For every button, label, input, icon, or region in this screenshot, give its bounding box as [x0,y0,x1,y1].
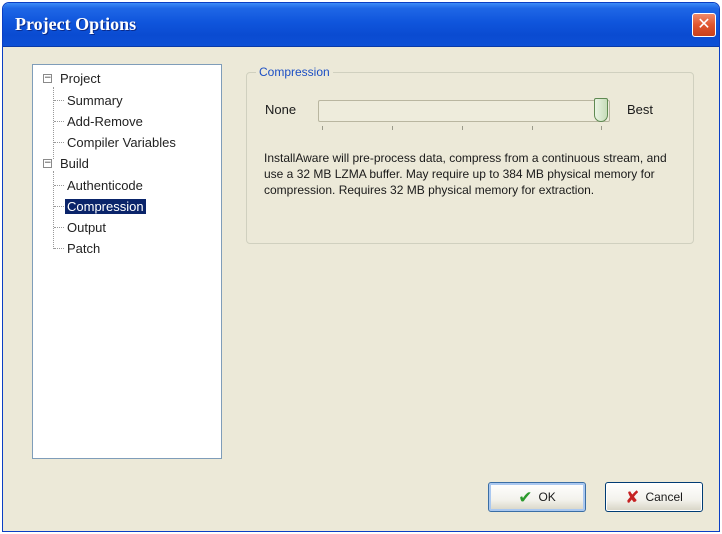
slider-min-label: None [265,102,297,117]
tree-connector [54,185,64,186]
slider-tick [462,126,463,130]
tree-item-output[interactable]: Output [65,217,108,237]
close-icon: ✕ [697,16,711,33]
options-tree[interactable]: − Project Summary Add-Remove Compiler Va… [32,64,222,459]
group-title: Compression [256,65,333,79]
x-icon: ✘ [625,487,640,507]
slider-thumb[interactable] [594,98,608,122]
tree-item-compression[interactable]: Compression [65,196,146,216]
slider-tick [532,126,533,130]
tree-item-label: Output [67,219,107,235]
tree-item-add-remove[interactable]: Add-Remove [65,111,145,131]
tree-item-label: Compression [65,198,146,214]
collapse-icon[interactable]: − [43,158,52,168]
tree-item-compiler-variables[interactable]: Compiler Variables [65,132,178,152]
checkmark-icon: ✔ [518,487,533,507]
tree-connector [54,227,64,228]
slider-tick [392,126,393,130]
tree-connector [54,121,64,122]
tree-connector [54,142,64,143]
tree-item-patch[interactable]: Patch [65,238,102,258]
title-bar[interactable]: Project Options ✕ [3,3,719,47]
tree-item-authenticode[interactable]: Authenticode [65,175,145,195]
tree-item-build[interactable]: − Build [43,153,91,173]
close-button[interactable]: ✕ [692,13,716,37]
tree-connector [53,171,54,249]
tree-item-label: Compiler Variables [67,134,176,150]
tree-item-label: Build [60,155,89,171]
tree-connector [54,248,64,249]
compression-slider[interactable] [318,100,610,122]
cancel-button-label: Cancel [645,490,683,504]
tree-item-project[interactable]: − Project [43,68,102,88]
tree-item-label: Project [60,70,101,86]
cancel-button[interactable]: ✘ Cancel [605,482,703,512]
window-title: Project Options [15,14,137,34]
tree-connector [54,100,64,101]
slider-tick [322,126,323,130]
slider-tick [601,126,602,130]
tree-connector [54,206,64,207]
tree-item-label: Authenticode [67,177,143,193]
tree-item-label: Add-Remove [67,113,143,129]
ok-button[interactable]: ✔ OK [488,482,586,512]
collapse-icon[interactable]: − [43,73,52,83]
tree-item-summary[interactable]: Summary [65,90,125,110]
tree-item-label: Summary [67,92,123,108]
tree-item-label: Patch [67,240,101,256]
compression-description: InstallAware will pre-process data, comp… [264,151,667,197]
ok-button-label: OK [538,490,556,504]
tree-connector [53,87,54,159]
slider-max-label: Best [627,102,654,117]
